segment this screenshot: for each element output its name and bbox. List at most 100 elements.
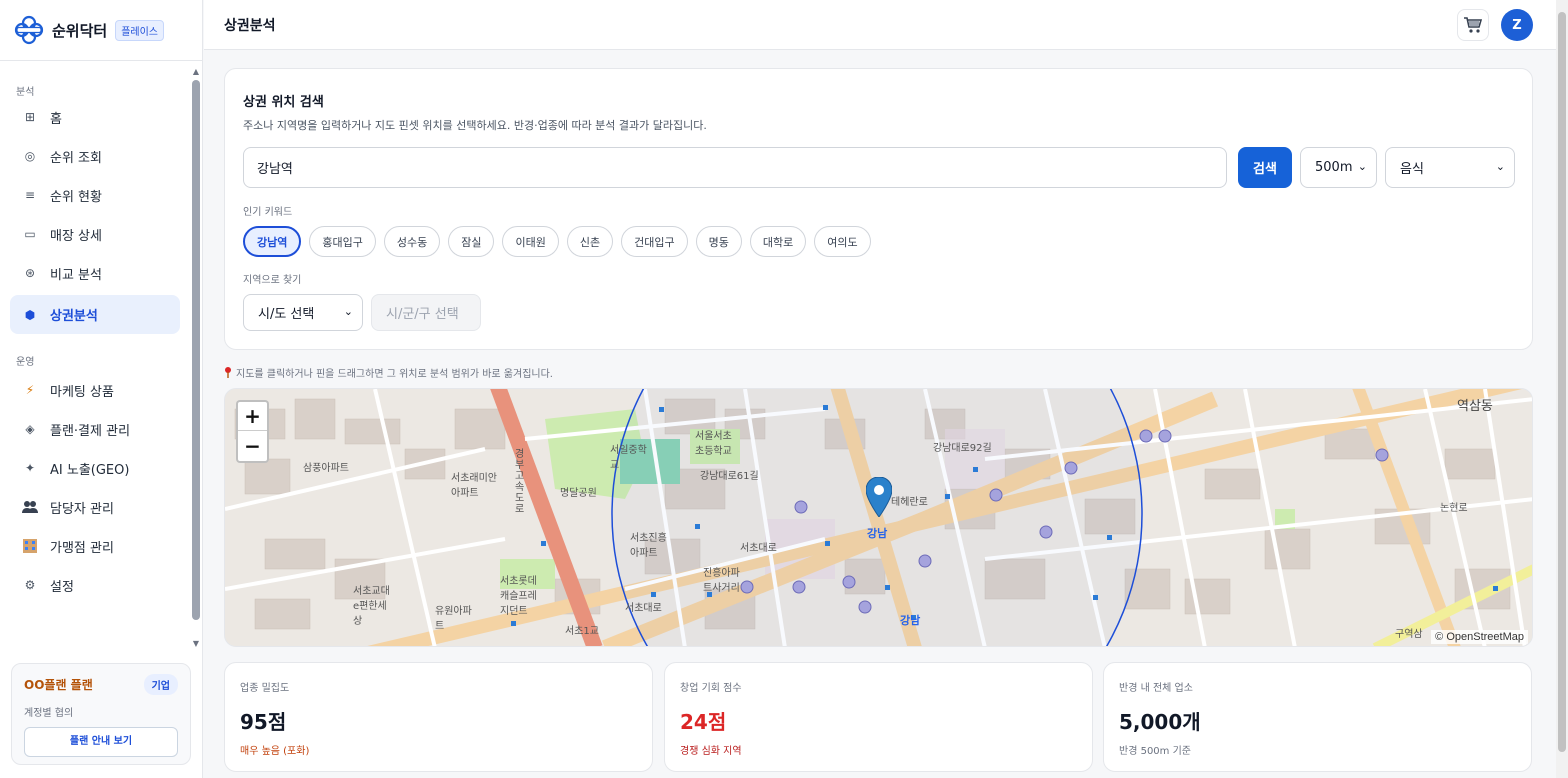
nav-item-store-detail[interactable]: ▭ 매장 상세 [10, 217, 180, 251]
sigungu-select: 시/군/구 선택 [371, 294, 481, 331]
map-label: 서초롯데캐슬프레지던트 [500, 576, 537, 617]
logo-icon [14, 15, 44, 45]
sido-select-value: 시/도 선택 [258, 307, 315, 322]
location-search-input[interactable] [243, 147, 1227, 188]
chevron-down-icon: ⌄ [1495, 160, 1505, 173]
plan-title: OO플랜 플랜 [24, 678, 93, 692]
trade-area-map[interactable]: 삼풍아파트 서초래미안아파트 명달공원 서일중학교 서울서초초등학교 서초진흥아… [224, 388, 1533, 647]
keyword-chip[interactable]: 대학로 [749, 226, 807, 257]
map-label: 서일중학교 [610, 445, 647, 471]
nav-section-ops: 운영 [16, 357, 35, 368]
nav-section-analysis: 분석 [16, 87, 35, 98]
building-icon [22, 538, 38, 554]
cart-button[interactable] [1457, 9, 1489, 41]
plan-guide-button[interactable]: 플랜 안내 보기 [24, 727, 178, 757]
map-label-district: 역삼동 [1457, 399, 1493, 414]
plan-card: OO플랜 플랜 기업 계정별 협의 플랜 안내 보기 [11, 663, 191, 765]
nav-item-settings[interactable]: ⚙ 설정 [10, 568, 180, 602]
map-tiles [225, 389, 1532, 646]
stat-card-density: 업종 밀집도 95점 매우 높음 (포화) [224, 662, 653, 772]
nav-menu: 분석 ⊞ 홈 ◎ 순위 조회 ≡ 순위 현황 ▭ 매장 상세 ⊛ 비교 분석 ⬢… [0, 62, 190, 650]
nav-item-label: 순위 조회 [50, 150, 102, 166]
stat-sub: 경쟁 심화 지역 [680, 746, 742, 757]
map-label: 서초진흥아파트 [630, 533, 667, 559]
nav-item-home[interactable]: ⊞ 홈 [10, 100, 180, 134]
map-label: 서초교대e편한세상 [353, 586, 390, 627]
nav-item-label: 담당자 관리 [50, 501, 114, 517]
scroll-thumb[interactable] [192, 80, 200, 620]
plan-subtitle: 계정별 협의 [24, 708, 74, 719]
search-card: 상권 위치 검색 주소나 지역명을 입력하거나 지도 핀셋 위치를 선택하세요.… [224, 68, 1533, 350]
zoom-control: + − [236, 400, 269, 463]
keyword-chip[interactable]: 신촌 [566, 226, 614, 257]
map-label: 강남대로61길 [700, 471, 759, 482]
sido-select[interactable]: 시/도 선택 ⌄ [243, 294, 363, 331]
keyword-chip[interactable]: 잠실 [448, 226, 495, 257]
map-label: 서초대로 [625, 603, 662, 614]
nav-item-trade-area[interactable]: ⬢ 상권분석 [10, 295, 180, 334]
keyword-chip[interactable]: 이태원 [502, 226, 559, 257]
nav-item-billing[interactable]: ◈ 플랜·결제 관리 [10, 412, 180, 446]
map-hint-text: 지도를 클릭하거나 핀을 드래그하면 그 위치로 분석 범위가 바로 옮겨집니다… [236, 369, 553, 380]
brand[interactable]: 순위닥터 플레이스 [0, 0, 202, 61]
store-icon: ▭ [24, 227, 36, 241]
sidebar-scrollbar[interactable]: ▲ ▼ [190, 62, 202, 650]
keyword-chips: 강남역 홍대입구 성수동 잠실 이태원 신촌 건대입구 명동 대학로 여의도 [243, 226, 871, 257]
scroll-up-icon[interactable]: ▲ [192, 68, 200, 76]
location-pin-icon[interactable] [866, 477, 892, 517]
keyword-chip[interactable]: 건대입구 [621, 226, 688, 257]
stat-value: 95점 [240, 710, 287, 734]
radius-select-value: 500m [1315, 160, 1353, 175]
zoom-out-button[interactable]: − [238, 431, 267, 460]
map-label: 강남대로92길 [933, 443, 992, 454]
zoom-in-button[interactable]: + [238, 402, 267, 431]
sidebar: 순위닥터 플레이스 분석 ⊞ 홈 ◎ 순위 조회 ≡ 순위 현황 ▭ 매장 상세… [0, 0, 203, 778]
stat-label: 업종 밀집도 [240, 683, 290, 694]
gear-icon: ⚙ [24, 578, 36, 592]
map-attribution[interactable]: © OpenStreetMap [1431, 630, 1528, 644]
page-scroll-thumb[interactable] [1558, 12, 1566, 752]
map-label-station: 강남 [867, 527, 888, 540]
page-scrollbar[interactable] [1556, 0, 1568, 778]
category-select[interactable]: 음식 ⌄ [1385, 147, 1515, 188]
map-label: 경부고속도로 [515, 449, 525, 515]
keyword-chip[interactable]: 강남역 [243, 226, 302, 257]
brand-badge: 플레이스 [115, 19, 165, 41]
keyword-chip[interactable]: 여의도 [814, 226, 871, 257]
nav-item-managers[interactable]: 담당자 관리 [10, 490, 180, 524]
nav-item-label: 상권분석 [50, 309, 98, 324]
stat-label: 반경 내 전체 업소 [1119, 683, 1193, 694]
keyword-chip[interactable]: 명동 [695, 226, 742, 257]
nav-item-label: 설정 [50, 579, 74, 595]
scroll-down-icon[interactable]: ▼ [192, 640, 200, 648]
keyword-chip[interactable]: 홍대입구 [309, 226, 376, 257]
pin-icon [225, 367, 231, 378]
keywords-label: 인기 키워드 [243, 207, 293, 218]
diamond-icon: ◈ [25, 422, 35, 436]
search-button[interactable]: 검색 [1238, 147, 1292, 188]
nav-item-marketing[interactable]: ⚡ 마케팅 상품 [10, 373, 180, 407]
nav-item-compare[interactable]: ⊛ 비교 분석 [10, 256, 180, 290]
map-label: 테헤란로 [891, 497, 928, 508]
map-label: 구역삼 [1395, 629, 1423, 640]
avatar[interactable]: Z [1501, 9, 1533, 41]
map-label: 서울서초초등학교 [695, 431, 732, 457]
search-card-description: 주소나 지역명을 입력하거나 지도 핀셋 위치를 선택하세요. 반경·업종에 따… [243, 119, 707, 132]
nav-item-ai-geo[interactable]: ✦ AI 노출(GEO) [10, 451, 180, 485]
nav-item-franchise[interactable]: 가맹점 관리 [10, 529, 180, 563]
nav-item-label: 비교 분석 [50, 267, 102, 283]
keyword-chip[interactable]: 성수동 [383, 226, 441, 257]
map-label: 논현로 [1440, 503, 1468, 514]
chevron-down-icon: ⌄ [343, 305, 353, 318]
nav-item-label: 매장 상세 [50, 228, 102, 244]
stat-sub: 매우 높음 (포화) [240, 746, 310, 757]
topbar: 상권분석 Z [204, 0, 1556, 50]
nav-item-rank-status[interactable]: ≡ 순위 현황 [10, 178, 180, 212]
map-label: 진흥아파트사거리 [703, 568, 740, 594]
radius-select[interactable]: 500m ⌄ [1300, 147, 1377, 188]
map-hint: 지도를 클릭하거나 핀을 드래그하면 그 위치로 분석 범위가 바로 옮겨집니다… [224, 365, 553, 380]
stat-value: 5,000개 [1119, 710, 1201, 734]
map-label: 명달공원 [560, 488, 597, 499]
nav-item-rank-search[interactable]: ◎ 순위 조회 [10, 139, 180, 173]
map-label: 서초대로 [740, 543, 777, 554]
